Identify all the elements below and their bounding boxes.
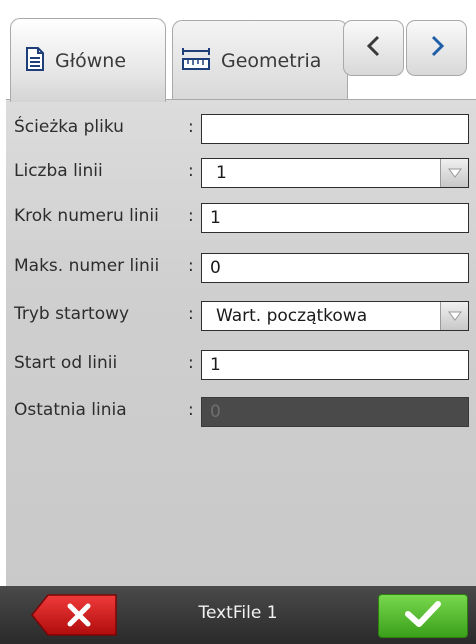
field-label: Tryb startowy	[14, 304, 130, 324]
line-step-input[interactable]: 1	[201, 203, 469, 233]
row-max-line: Maks. numer linii : 0	[6, 253, 476, 283]
tab-label: Geometria	[221, 49, 322, 72]
form-panel: Ścieżka pliku : Liczba linii : 1 Krok nu…	[6, 99, 476, 586]
colon: :	[188, 161, 194, 181]
field-label: Ostatnia linia	[14, 400, 127, 420]
chevron-right-icon	[429, 34, 445, 62]
file-path-input[interactable]	[201, 114, 469, 144]
prev-tab-button[interactable]	[343, 20, 404, 76]
tab-geometria[interactable]: Geometria	[172, 20, 348, 100]
chevron-down-icon	[447, 159, 462, 187]
field-label: Ścieżka pliku	[14, 117, 124, 137]
start-line-input[interactable]: 1	[201, 350, 469, 380]
tab-nav	[343, 20, 469, 76]
chevron-left-icon	[366, 34, 382, 62]
line-count-select[interactable]: 1	[201, 158, 469, 188]
field-label: Krok numeru linii	[14, 206, 159, 226]
select-value: Wart. początkowa	[216, 306, 368, 326]
checkmark-icon	[403, 599, 443, 633]
row-line-step: Krok numeru linii : 1	[6, 203, 476, 233]
bottom-bar: TextFile 1	[0, 586, 476, 644]
tab-glowne[interactable]: Główne	[10, 18, 166, 102]
field-label: Liczba linii	[14, 161, 103, 181]
tab-strip: Główne Geometria	[0, 0, 476, 102]
max-line-input[interactable]: 0	[201, 253, 469, 283]
tab-label: Główne	[55, 49, 127, 72]
colon: :	[188, 256, 194, 276]
colon: :	[188, 206, 194, 226]
colon: :	[188, 353, 194, 373]
next-tab-button[interactable]	[406, 20, 467, 76]
row-line-count: Liczba linii : 1	[6, 158, 476, 188]
field-label: Start od linii	[14, 353, 118, 373]
colon: :	[188, 117, 194, 137]
cancel-button[interactable]	[30, 594, 118, 636]
document-title: TextFile 1	[198, 603, 278, 623]
field-label: Maks. numer linii	[14, 256, 160, 276]
dropdown-button[interactable]	[440, 159, 468, 187]
ok-button[interactable]	[378, 594, 468, 638]
ruler-icon	[181, 47, 211, 75]
row-file-path: Ścieżka pliku :	[6, 114, 476, 144]
row-start-line: Start od linii : 1	[6, 350, 476, 380]
dropdown-button[interactable]	[440, 302, 468, 330]
last-line-input: 0	[201, 397, 469, 427]
chevron-down-icon	[447, 302, 462, 330]
select-value: 1	[216, 163, 227, 183]
start-mode-select[interactable]: Wart. początkowa	[201, 301, 469, 331]
colon: :	[188, 304, 194, 324]
document-icon	[25, 46, 45, 75]
colon: :	[188, 400, 194, 420]
row-last-line: Ostatnia linia : 0	[6, 397, 476, 427]
row-start-mode: Tryb startowy : Wart. początkowa	[6, 301, 476, 331]
